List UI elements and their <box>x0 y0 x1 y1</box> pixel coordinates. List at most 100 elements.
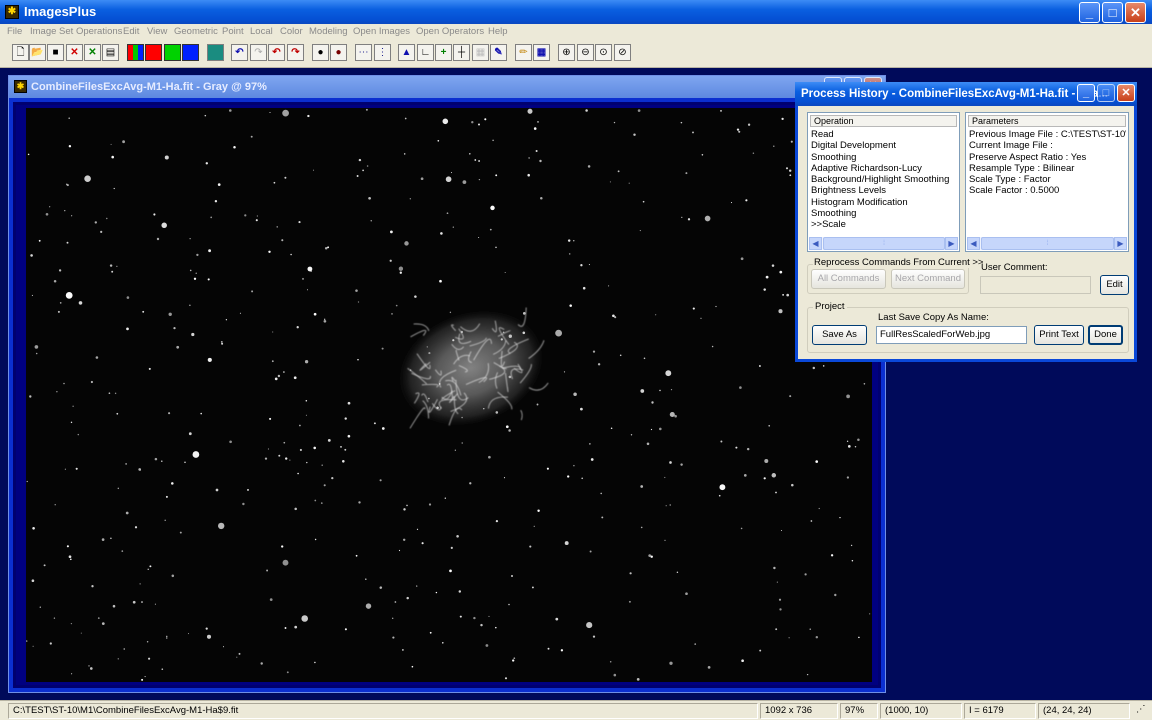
add-crosshair-icon[interactable]: + <box>435 44 452 61</box>
image-window-title-bar[interactable]: ✱ CombineFilesExcAvg-M1-Ha.fit - Gray @ … <box>9 76 885 98</box>
scroll-thumb[interactable]: ⦙ <box>823 237 945 250</box>
star <box>268 250 271 254</box>
star <box>56 391 58 393</box>
image-window[interactable]: ✱ CombineFilesExcAvg-M1-Ha.fit - Gray @ … <box>8 75 886 693</box>
star <box>165 495 168 498</box>
operation-item[interactable]: Histogram Modification <box>811 197 957 208</box>
scroll-left-icon[interactable]: ◀ <box>809 237 822 250</box>
scroll-right-icon[interactable]: ▶ <box>1114 237 1127 250</box>
parameters-column-header[interactable]: Parameters <box>968 115 1126 127</box>
operation-item-current[interactable]: >>Scale <box>811 219 957 230</box>
star <box>368 196 371 200</box>
star <box>154 603 156 605</box>
menu-view[interactable]: View <box>147 26 167 37</box>
zoom-in-icon[interactable]: ⊕ <box>558 44 575 61</box>
maximize-button[interactable]: □ <box>1102 2 1123 23</box>
zoom-out-icon[interactable]: ⊖ <box>577 44 594 61</box>
table-icon[interactable]: ▦ <box>533 44 550 61</box>
open-file-icon[interactable]: 📂 <box>29 44 46 61</box>
menu-help[interactable]: Help <box>488 26 508 37</box>
edit-button[interactable]: Edit <box>1100 275 1129 295</box>
star <box>612 314 615 318</box>
scroll-right-icon[interactable]: ▶ <box>945 237 958 250</box>
parameters-hscrollbar[interactable]: ◀ ⦙ ▶ <box>967 237 1127 250</box>
star <box>26 480 28 483</box>
menu-geometric[interactable]: Geometric <box>174 26 218 37</box>
save-icon[interactable]: ■ <box>47 44 64 61</box>
menu-modeling[interactable]: Modeling <box>309 26 348 37</box>
undo-all-icon[interactable]: ↶ <box>268 44 285 61</box>
menu-edit[interactable]: Edit <box>123 26 139 37</box>
red-channel-icon[interactable] <box>145 44 162 61</box>
dotted-line-icon[interactable]: ⋯ <box>355 44 372 61</box>
operation-item[interactable]: Read <box>811 129 957 140</box>
menu-file[interactable]: File <box>7 26 22 37</box>
print-text-button[interactable]: Print Text <box>1034 325 1084 345</box>
color-picker-icon[interactable]: ✎ <box>490 44 507 61</box>
rgb-color-icon[interactable] <box>127 44 144 61</box>
user-comment-field[interactable] <box>980 276 1091 294</box>
star <box>366 165 369 167</box>
status-dimensions: 1092 x 736 <box>760 703 838 719</box>
pencil-icon[interactable]: ✏ <box>515 44 532 61</box>
dark-dot-red-icon[interactable]: ● <box>330 44 347 61</box>
resize-grip-icon[interactable]: ⋰ <box>1132 703 1150 719</box>
scroll-left-icon[interactable]: ◀ <box>967 237 980 250</box>
minimize-button[interactable]: _ <box>1079 2 1100 23</box>
zoom-reset-icon[interactable]: ⊘ <box>614 44 631 61</box>
star <box>456 535 459 538</box>
operation-item[interactable]: Smoothing <box>811 152 957 163</box>
histogram-icon[interactable]: ▲ <box>398 44 415 61</box>
operation-column-header[interactable]: Operation <box>810 115 957 127</box>
crosshair-icon[interactable]: ┼ <box>453 44 470 61</box>
operation-item[interactable]: Adaptive Richardson-Lucy <box>811 163 957 174</box>
all-commands-button[interactable]: All Commands <box>811 269 886 289</box>
green-channel-icon[interactable] <box>164 44 181 61</box>
blue-channel-icon[interactable] <box>182 44 199 61</box>
zoom-fit-icon[interactable]: ⊙ <box>595 44 612 61</box>
grid-view-icon[interactable] <box>207 44 224 61</box>
operation-list[interactable]: Operation Read Digital Development Smoot… <box>807 112 960 252</box>
ph-close-button[interactable]: ✕ <box>1117 84 1135 102</box>
star <box>313 446 316 450</box>
menu-local[interactable]: Local <box>250 26 273 37</box>
ph-maximize-button[interactable]: □ <box>1097 84 1115 102</box>
menu-point[interactable]: Point <box>222 26 244 37</box>
star <box>471 121 474 124</box>
close-button[interactable]: ✕ <box>1125 2 1146 23</box>
close-red-x-icon[interactable]: ✕ <box>66 44 83 61</box>
star <box>664 539 666 541</box>
operation-item[interactable]: Background/Highlight Smoothing <box>811 174 957 185</box>
star <box>567 475 570 478</box>
new-file-icon[interactable]: 🗋 <box>12 44 29 61</box>
menu-open-operators[interactable]: Open Operators <box>416 26 484 37</box>
ph-minimize-button[interactable]: _ <box>1077 84 1095 102</box>
redo-disabled-icon[interactable]: ↷ <box>250 44 267 61</box>
grid-disabled-icon[interactable]: ▦ <box>472 44 489 61</box>
next-command-button[interactable]: Next Command <box>891 269 965 289</box>
operation-item[interactable]: Digital Development <box>811 140 957 151</box>
nebula-image[interactable] <box>26 108 872 682</box>
menu-color[interactable]: Color <box>280 26 303 37</box>
curves-icon[interactable]: ∟ <box>417 44 434 61</box>
close-all-green-x-icon[interactable]: ✕ <box>84 44 101 61</box>
scroll-thumb[interactable]: ⦙ <box>981 237 1114 250</box>
star <box>628 600 631 603</box>
save-as-button[interactable]: Save As <box>812 325 867 345</box>
done-button[interactable]: Done <box>1088 325 1123 345</box>
print-icon[interactable]: ▤ <box>102 44 119 61</box>
operation-item[interactable]: Smoothing <box>811 208 957 219</box>
undo-icon[interactable]: ↶ <box>231 44 248 61</box>
redo-all-icon[interactable]: ↷ <box>287 44 304 61</box>
operation-hscrollbar[interactable]: ◀ ⦙ ▶ <box>809 237 958 250</box>
star <box>503 477 506 479</box>
dotted-select-icon[interactable]: ⋮ <box>374 44 391 61</box>
dark-dot-icon[interactable]: ● <box>312 44 329 61</box>
menu-open-images[interactable]: Open Images <box>353 26 410 37</box>
parameters-list[interactable]: Parameters Previous Image File : C:\TEST… <box>965 112 1129 252</box>
process-history-title-bar[interactable]: Process History - CombineFilesExcAvg-M1-… <box>795 82 1137 106</box>
menu-image-set-operations[interactable]: Image Set Operations <box>30 26 122 37</box>
operation-item[interactable]: Brightness Levels <box>811 185 957 196</box>
star <box>403 153 406 155</box>
last-save-name-field[interactable]: FullResScaledForWeb.jpg <box>876 326 1027 344</box>
